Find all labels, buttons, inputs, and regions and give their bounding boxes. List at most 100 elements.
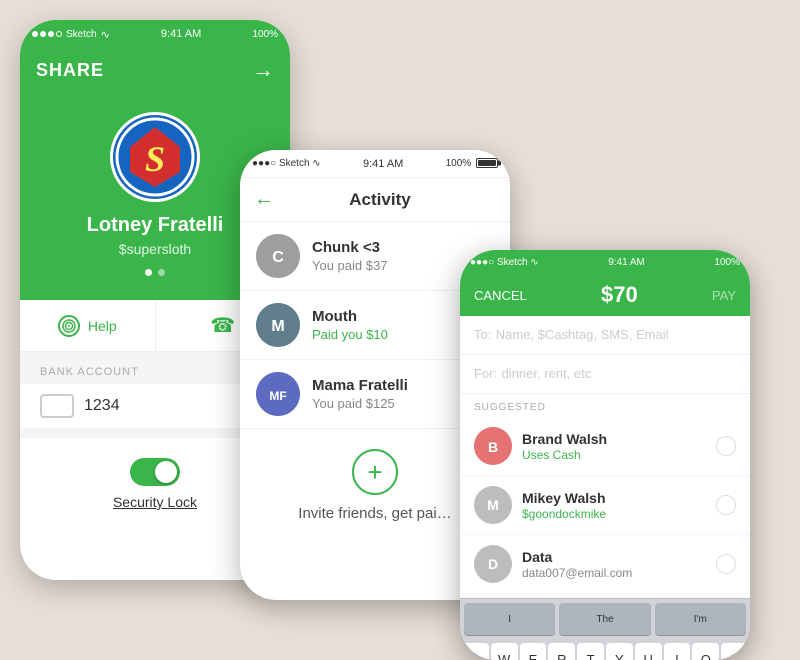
brand-name: Brand Walsh [522, 431, 716, 447]
key-t[interactable]: T [577, 643, 604, 660]
phone1-status-left: Sketch ∿ [32, 28, 110, 41]
phone2-time: 9:41 AM [363, 158, 403, 170]
invite-text: Invite friends, get pai… [298, 505, 451, 522]
toggle-knob [155, 461, 177, 483]
for-input[interactable]: dinner, rent, etc [502, 366, 592, 381]
phone1-time: 9:41 AM [161, 28, 201, 40]
data-radio[interactable] [716, 554, 736, 574]
svg-text:S: S [145, 139, 165, 179]
brand-avatar-img: B [474, 427, 512, 465]
phone3-status-bar: ●●●○ Sketch ∿ 9:41 AM 100% [460, 250, 750, 274]
dot-ind-2 [158, 269, 165, 276]
phone2-status-bar: ●●●○ Sketch ∿ 9:41 AM 100% [240, 150, 510, 178]
help-icon [58, 315, 80, 337]
key-u[interactable]: U [635, 643, 662, 660]
target-icon [62, 319, 76, 333]
phone2-header: ← Activity [240, 178, 510, 222]
key-im[interactable]: I'm [655, 603, 746, 635]
for-label: For: [474, 366, 497, 381]
suggestion-brand[interactable]: B Brand Walsh Uses Cash [460, 417, 750, 476]
chunk-avatar-img: C [256, 234, 300, 278]
brand-radio[interactable] [716, 436, 736, 456]
mouth-avatar: M [256, 303, 300, 347]
share-arrow-icon[interactable]: → [252, 57, 274, 83]
chunk-name: Chunk <3 [312, 239, 494, 256]
brand-sub: Uses Cash [522, 448, 716, 462]
bank-card-number: 1234 [84, 397, 120, 415]
dot1 [32, 31, 38, 37]
security-toggle[interactable] [130, 458, 180, 486]
phone3-status-left: ●●●○ Sketch ∿ [470, 257, 539, 268]
key-ii[interactable]: I [664, 643, 691, 660]
mouth-avatar-img: M [256, 303, 300, 347]
dot-ind-1 [145, 269, 152, 276]
phone3-header: CANCEL $70 PAY [460, 274, 750, 316]
key-the[interactable]: The [559, 603, 650, 635]
dot4 [56, 31, 62, 37]
signal-dots [32, 31, 62, 37]
phone-icon: ☎ [210, 313, 235, 338]
phone2-battery-label: 100% [446, 158, 498, 169]
key-o[interactable]: O [692, 643, 719, 660]
superman-icon: S [115, 117, 195, 197]
svg-text:M: M [271, 318, 284, 335]
key-y[interactable]: Y [606, 643, 633, 660]
phone1-top-bar: SHARE → [20, 48, 290, 92]
dot2 [40, 31, 46, 37]
wifi-icon: ∿ [101, 28, 110, 41]
to-label: To: [474, 327, 491, 342]
back-arrow-icon[interactable]: ← [254, 188, 274, 211]
suggestion-mikey[interactable]: M Mikey Walsh $goondockmike [460, 476, 750, 535]
profile-handle: $supersloth [119, 241, 191, 257]
profile-name: Lotney Fratelli [87, 214, 224, 237]
phone3-time: 9:41 AM [608, 257, 645, 268]
help-item[interactable]: Help [20, 300, 156, 351]
mikey-name: Mikey Walsh [522, 490, 716, 506]
payment-amount: $70 [527, 282, 712, 308]
phone3: ●●●○ Sketch ∿ 9:41 AM 100% CANCEL $70 PA… [460, 250, 750, 660]
svg-text:B: B [488, 439, 498, 455]
suggestion-data[interactable]: D Data data007@email.com [460, 535, 750, 594]
brand-info: Brand Walsh Uses Cash [522, 431, 716, 462]
phone2-status-left: ●●●○ Sketch ∿ [252, 158, 321, 169]
activity-title: Activity [284, 190, 476, 210]
mikey-sub: $goondockmike [522, 507, 716, 521]
profile-avatar: S [110, 112, 200, 202]
cancel-button[interactable]: CANCEL [474, 288, 527, 303]
pay-button[interactable]: PAY [712, 288, 736, 303]
security-label: Security Lock [113, 494, 197, 510]
bank-card-icon [40, 394, 74, 418]
brand-avatar: B [474, 427, 512, 465]
data-sub: data007@email.com [522, 566, 716, 580]
chunk-avatar: C [256, 234, 300, 278]
key-p[interactable]: P [721, 643, 748, 660]
sketch-label: Sketch [66, 29, 97, 40]
svg-text:MF: MF [269, 389, 286, 403]
key-q[interactable]: Q [462, 643, 489, 660]
key-i[interactable]: I [464, 603, 555, 635]
plus-icon[interactable]: + [352, 449, 398, 495]
mama-avatar: MF [256, 372, 300, 416]
mikey-info: Mikey Walsh $goondockmike [522, 490, 716, 521]
key-e[interactable]: E [520, 643, 547, 660]
mama-avatar-img: MF [256, 372, 300, 416]
data-name: Data [522, 549, 716, 565]
key-w[interactable]: W [491, 643, 518, 660]
to-input[interactable]: Name, $Cashtag, SMS, Email [496, 327, 669, 342]
page-dots [145, 269, 165, 276]
data-avatar: D [474, 545, 512, 583]
help-label: Help [88, 318, 117, 334]
key-r[interactable]: R [548, 643, 575, 660]
phone1-status-bar: Sketch ∿ 9:41 AM 100% [20, 20, 290, 48]
phone3-for-row: For: dinner, rent, etc [460, 355, 750, 394]
phone1-battery: 100% [252, 29, 278, 40]
share-label: SHARE [36, 60, 104, 81]
mikey-radio[interactable] [716, 495, 736, 515]
phone3-battery: 100% [714, 257, 740, 268]
svg-text:C: C [272, 249, 284, 266]
suggested-label: SUGGESTED [460, 394, 750, 417]
data-info: Data data007@email.com [522, 549, 716, 580]
mikey-avatar: M [474, 486, 512, 524]
phone3-to-row: To: Name, $Cashtag, SMS, Email [460, 316, 750, 355]
dot3 [48, 31, 54, 37]
